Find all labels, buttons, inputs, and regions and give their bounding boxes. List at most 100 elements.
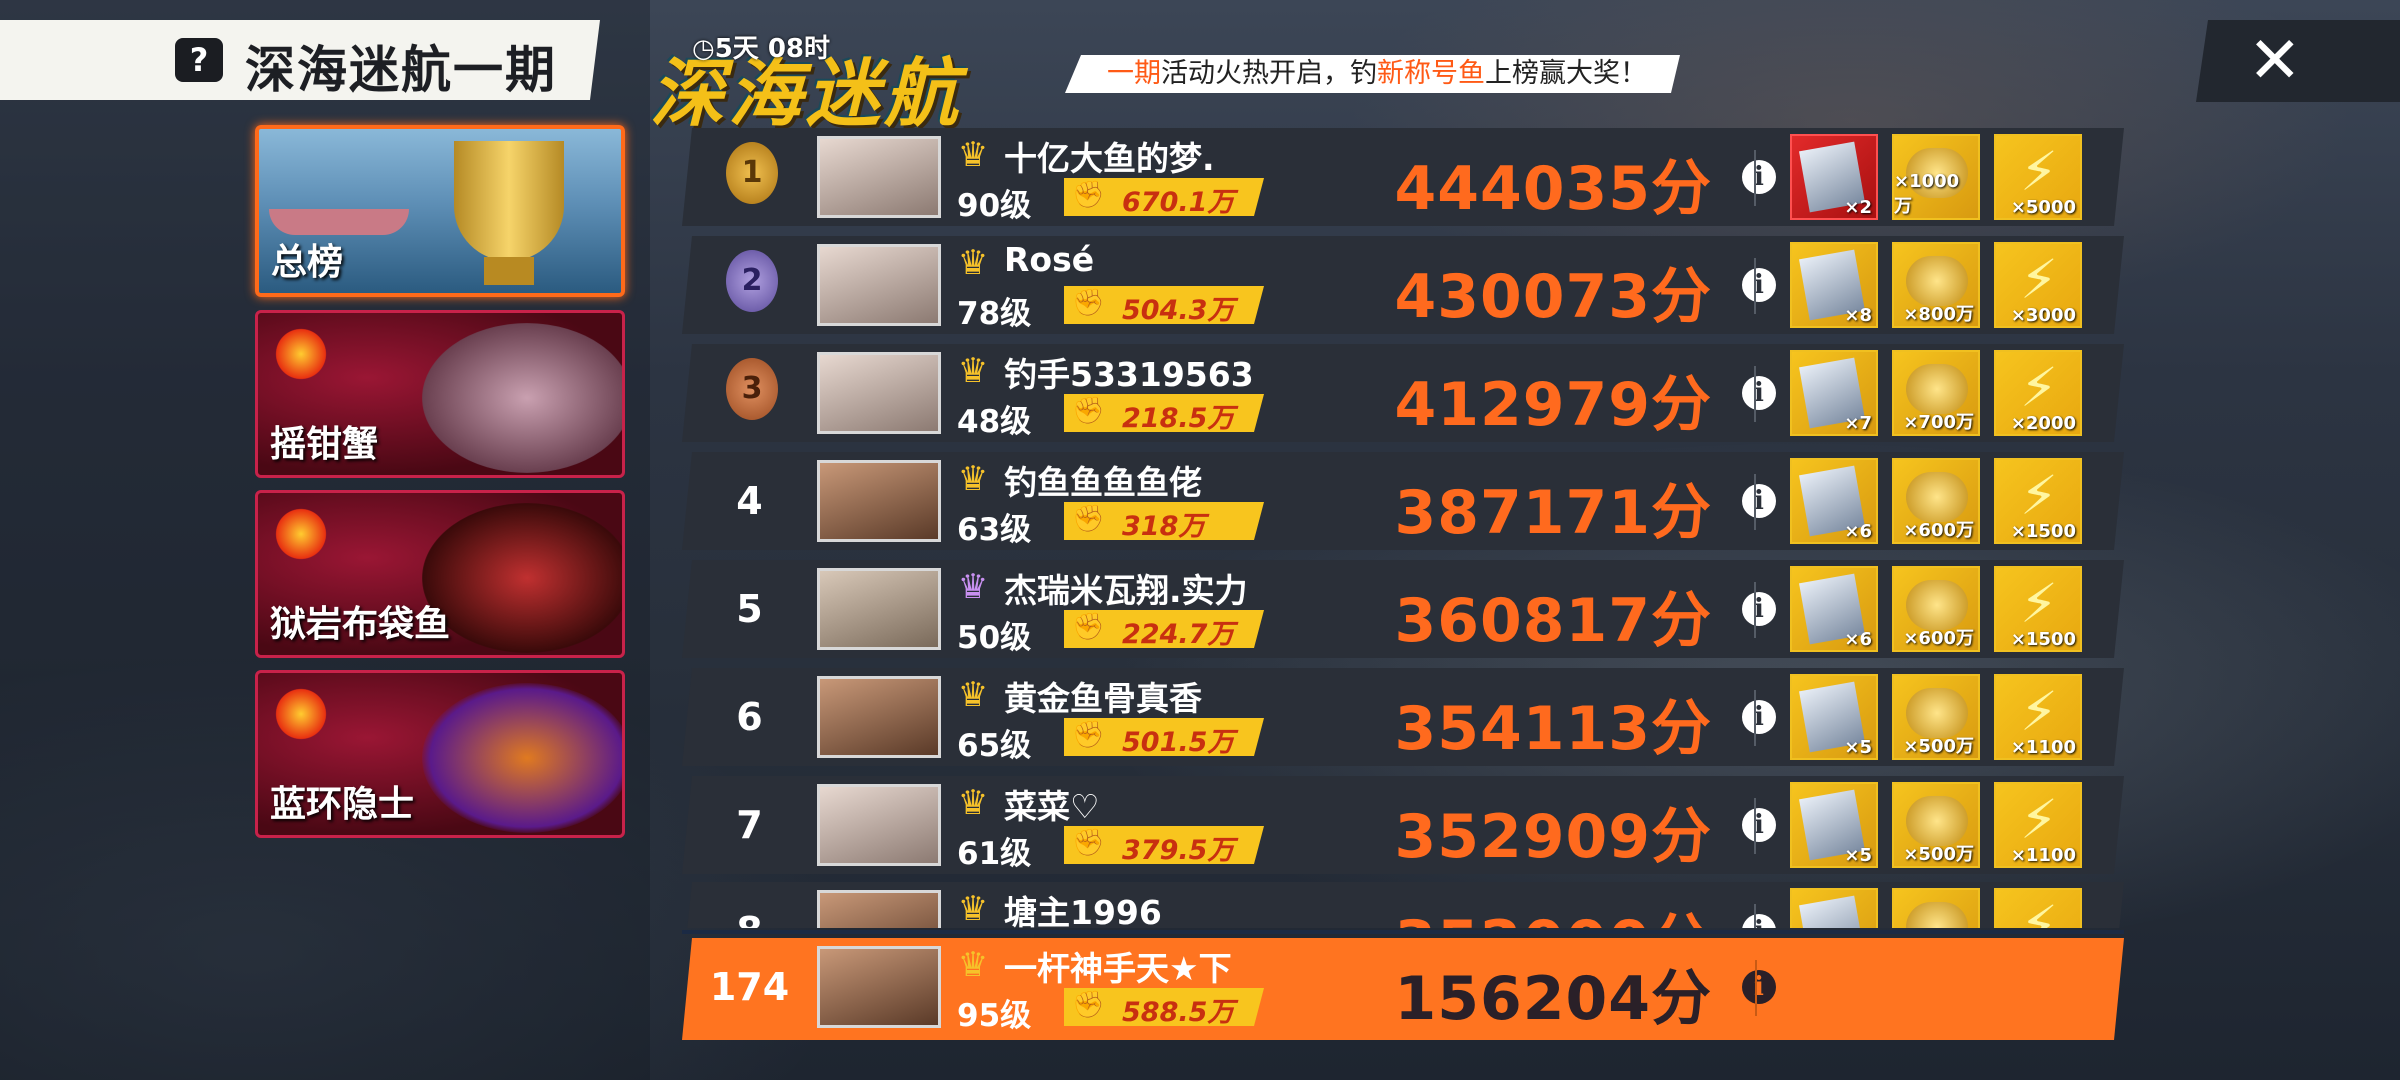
my-rank-row[interactable]: 174 ♛ 一杆神手天★下 95级 ✊ 588.5万 156204分 i [682,938,2124,1040]
reward-coins[interactable]: ×500万 [1892,674,1980,760]
close-button[interactable]: ✕ [2196,20,2400,102]
power-badge: ✊ 670.1万 [1064,178,1264,216]
avatar[interactable] [817,946,941,1028]
coins-icon [1906,796,1968,846]
info-icon[interactable]: i [1742,268,1776,302]
rank-number: 7 [736,803,763,847]
leaderboard-row[interactable]: 1 ♛ 十亿大鱼的梦. 90级 ✊ 670.1万 444035分 i ×2 ×10… [682,128,2124,226]
reward-quantity: ×5000 [2010,197,2076,218]
banner-highlight-2: 新称号鱼 [1377,58,1485,89]
info-icon[interactable]: i [1742,914,1776,928]
category-lava-fish[interactable]: 狱岩布袋鱼 [255,490,625,658]
info-icon[interactable]: i [1742,970,1776,1004]
reward-energy[interactable]: ⚡ ×1100 [1994,782,2082,868]
power-badge: ✊ 318万 [1064,502,1264,540]
crown-icon: ♛ [957,459,989,499]
crown-icon: ♛ [957,889,989,928]
reward-energy[interactable]: ⚡ ×3000 [1994,242,2082,328]
reward-card[interactable]: ×5 [1790,782,1878,868]
reward-coins[interactable]: ×1000万 [1892,134,1980,220]
reward-coins[interactable] [1892,888,1980,928]
crown-icon: ♛ [957,675,989,715]
fishing-boat-image [269,209,409,235]
reward-coins[interactable]: ×800万 [1892,242,1980,328]
leaderboard-row[interactable]: 7 ♛ 菜菜♡ 61级 ✊ 379.5万 352909分 i ×5 ×500万 ⚡… [682,776,2124,874]
avatar[interactable] [817,244,941,326]
category-label: 蓝环隐士 [270,784,415,825]
separator [1754,366,1756,422]
reward-card[interactable] [1790,888,1878,928]
avatar[interactable] [817,352,941,434]
reward-card[interactable]: ×2 [1790,134,1878,220]
card-icon [1799,895,1865,928]
category-label: 总榜 [271,242,344,283]
power-badge: ✊ 504.3万 [1064,286,1264,324]
power-badge: ✊ 588.5万 [1064,988,1264,1026]
coins-icon [1906,472,1968,522]
rank-medal-icon: 2 [726,250,778,312]
reward-card[interactable]: ×6 [1790,458,1878,544]
leaderboard-row[interactable]: 3 ♛ 钓手53319563 48级 ✊ 218.5万 412979分 i ×7 … [682,344,2124,442]
separator [1754,904,1756,928]
power-value: 379.5万 [1122,835,1235,866]
score: 354113分 [1394,694,1712,764]
reward-quantity: ×3000 [2010,305,2076,326]
category-crab[interactable]: 摇钳蟹 [255,310,625,478]
category-blue-ring[interactable]: 蓝环隐士 [255,670,625,838]
player-level: 78级 [957,296,1032,332]
info-icon[interactable]: i [1742,160,1776,194]
separator [1755,960,1757,1016]
reward-quantity: ×8 [1844,305,1872,326]
reward-card[interactable]: ×5 [1790,674,1878,760]
power-value: 504.3万 [1122,295,1235,326]
new-title-badge-icon [272,685,330,743]
reward-card[interactable]: ×6 [1790,566,1878,652]
lightning-icon: ⚡ [2020,248,2058,311]
avatar[interactable] [817,568,941,650]
reward-energy[interactable]: ⚡ ×2000 [1994,350,2082,436]
leaderboard-row[interactable]: 2 ♛ Rosé 78级 ✊ 504.3万 430073分 i ×8 ×800万 … [682,236,2124,334]
reward-energy[interactable]: ⚡ [1994,888,2082,928]
category-overall[interactable]: 总榜 [255,125,625,297]
info-icon[interactable]: i [1742,808,1776,842]
close-icon: ✕ [2248,24,2302,98]
player-name: 一杆神手天★下 [1004,949,1232,988]
leaderboard-row[interactable]: 4 ♛ 钓鱼鱼鱼鱼佬 63级 ✊ 318万 387171分 i ×6 ×600万 … [682,452,2124,550]
help-icon[interactable]: ? [175,38,223,82]
info-icon[interactable]: i [1742,484,1776,518]
avatar[interactable] [817,136,941,218]
separator [1754,690,1756,746]
reward-energy[interactable]: ⚡ ×1500 [1994,566,2082,652]
reward-coins[interactable]: ×600万 [1892,566,1980,652]
reward-energy[interactable]: ⚡ ×1500 [1994,458,2082,544]
leaderboard-row[interactable]: 6 ♛ 黄金鱼骨真香 65级 ✊ 501.5万 354113分 i ×5 ×500… [682,668,2124,766]
rank-number: 174 [709,965,790,1009]
category-label: 摇钳蟹 [270,424,379,465]
info-icon[interactable]: i [1742,700,1776,734]
reward-coins[interactable]: ×700万 [1892,350,1980,436]
event-timer-text: 5天 08时 [714,34,831,64]
avatar[interactable] [817,784,941,866]
category-label: 狱岩布袋鱼 [270,604,451,645]
rank-number: 8 [682,882,817,928]
crown-icon: ♛ [957,243,989,283]
reward-card[interactable]: ×8 [1790,242,1878,328]
player-name: 十亿大鱼的梦. [1004,139,1215,178]
reward-energy[interactable]: ⚡ ×5000 [1994,134,2082,220]
reward-energy[interactable]: ⚡ ×1100 [1994,674,2082,760]
info-icon[interactable]: i [1742,376,1776,410]
avatar[interactable] [817,890,941,928]
leaderboard-row[interactable]: 8 ♛ 塘主1996 ✊ 352000分 i ⚡ [682,882,2124,928]
avatar[interactable] [817,460,941,542]
fish-image [422,503,622,653]
player-level: 63级 [957,512,1032,548]
leaderboard-row[interactable]: 5 ♛ 杰瑞米瓦翔.实力 50级 ✊ 224.7万 360817分 i ×6 ×6… [682,560,2124,658]
avatar[interactable] [817,676,941,758]
reward-coins[interactable]: ×500万 [1892,782,1980,868]
trophy-base [484,257,534,285]
lightning-icon: ⚡ [2020,788,2058,851]
reward-card[interactable]: ×7 [1790,350,1878,436]
player-level: 48级 [957,404,1032,440]
info-icon[interactable]: i [1742,592,1776,626]
reward-coins[interactable]: ×600万 [1892,458,1980,544]
